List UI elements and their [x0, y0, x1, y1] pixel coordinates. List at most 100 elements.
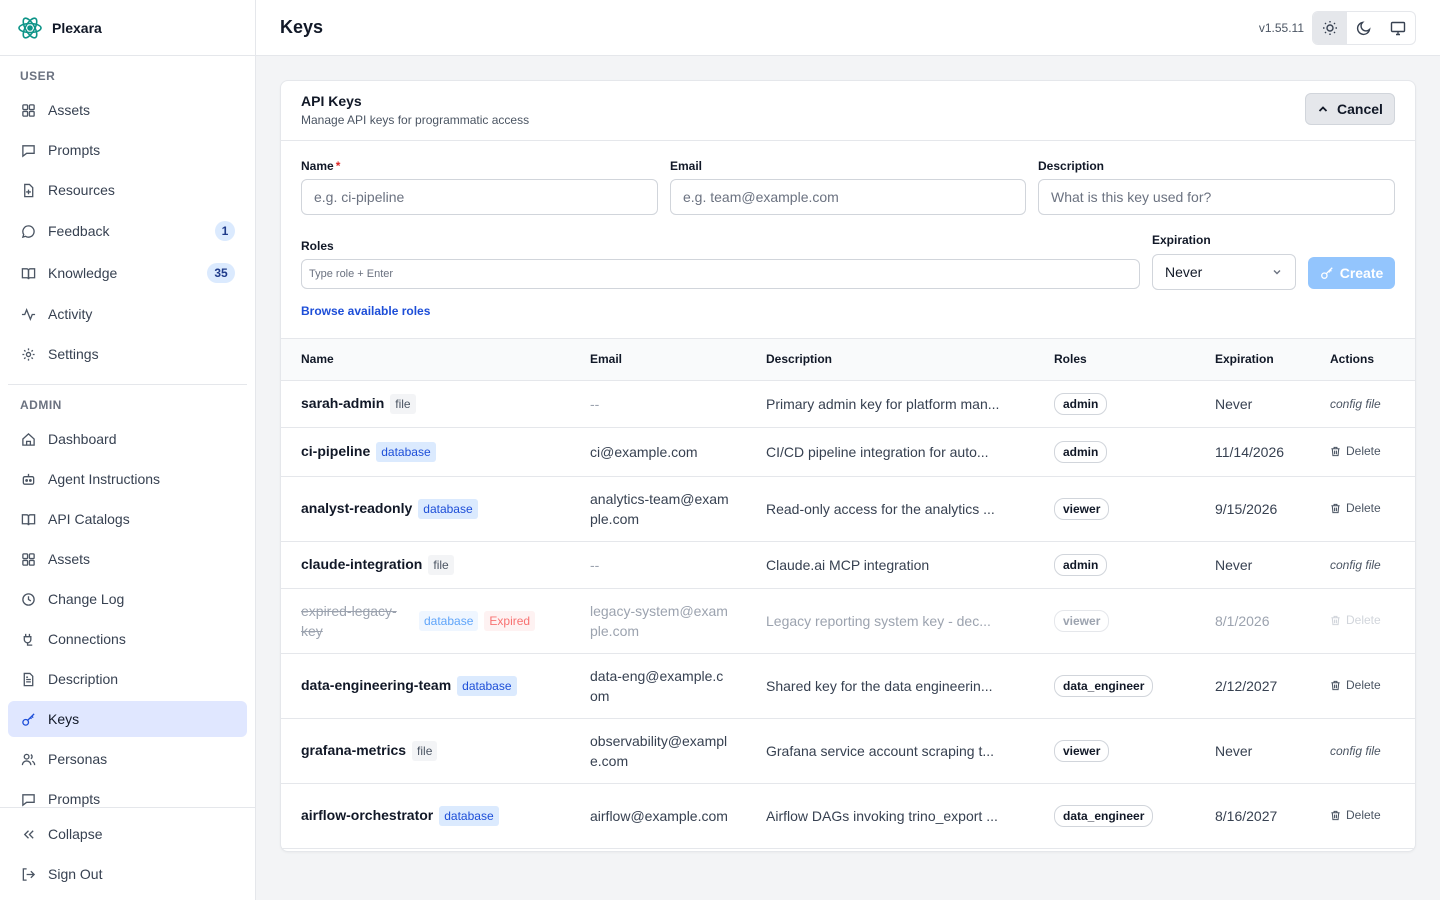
email-cell: -- — [590, 380, 766, 428]
message-square-icon — [20, 791, 36, 807]
sidebar-item-change-log[interactable]: Change Log — [8, 581, 247, 617]
user-section-label: USER — [20, 69, 56, 83]
delete-button[interactable]: Delete — [1330, 441, 1381, 461]
expiration-cell: 8/16/2027 — [1215, 783, 1330, 849]
sidebar-item-assets[interactable]: Assets — [8, 92, 247, 128]
expired-badge: Expired — [484, 610, 536, 631]
table-row: expired-legacy-key database Expired lega… — [281, 588, 1415, 654]
description-input[interactable] — [1038, 179, 1395, 215]
source-tag: file — [412, 741, 438, 762]
sidebar-item-keys[interactable]: Keys — [8, 701, 247, 737]
monitor-icon[interactable] — [1381, 12, 1415, 44]
cancel-label: Cancel — [1337, 101, 1383, 117]
column-header-expiration[interactable]: Expiration — [1215, 339, 1330, 381]
moon-icon[interactable] — [1347, 12, 1381, 44]
table-row: data-engineering-team database data-eng@e… — [281, 653, 1415, 719]
sun-icon[interactable] — [1313, 11, 1347, 44]
roles-input[interactable] — [301, 259, 1140, 289]
key-name: grafana-metrics — [301, 741, 407, 758]
sidebar-item-label: Prompts — [48, 791, 101, 807]
card-title: API Keys — [301, 93, 362, 109]
browse-roles-link[interactable]: Browse available roles — [301, 304, 430, 318]
expiration-select[interactable]: Never — [1152, 254, 1296, 290]
email-text: airflow@example.com — [590, 807, 728, 824]
brand[interactable]: Plexara — [0, 0, 255, 56]
description-cell: Primary admin key for platform man... — [766, 380, 1054, 428]
message-square-icon — [20, 142, 36, 158]
role-pill: admin — [1054, 392, 1108, 415]
gear-icon — [20, 346, 36, 362]
actions-cell: config file — [1330, 541, 1415, 589]
email-cell: observability@example.com — [590, 718, 766, 784]
collapse-button[interactable]: Collapse — [8, 816, 247, 852]
table-row: claude-integration file -- Claude.ai MCP … — [281, 541, 1415, 589]
version-label: v1.55.11 — [1258, 20, 1304, 35]
email-text: data-eng@example.com — [590, 667, 724, 704]
create-label: Create — [1339, 265, 1384, 281]
description-cell: Claude.ai MCP integration — [766, 541, 1054, 589]
table-row: sarah-admin file -- Primary admin key for… — [281, 380, 1415, 428]
email-label: Email — [670, 159, 703, 173]
sidebar-item-description[interactable]: Description — [8, 661, 247, 697]
sidebar-item-settings[interactable]: Settings — [8, 336, 247, 372]
delete-button[interactable]: Delete — [1330, 498, 1381, 518]
source-tag: file — [428, 555, 454, 576]
app-name: Plexara — [52, 19, 102, 36]
config-file-label: config file — [1330, 558, 1381, 572]
sidebar-item-feedback[interactable]: Feedback 1 — [8, 213, 247, 249]
sidebar-item-agent-instructions[interactable]: Agent Instructions — [8, 461, 247, 497]
sidebar-item-prompts[interactable]: Prompts — [8, 132, 247, 168]
api-keys-card: API Keys Manage API keys for programmati… — [280, 80, 1416, 852]
email-cell: airflow@example.com — [590, 783, 766, 849]
sidebar-item-dashboard[interactable]: Dashboard — [8, 421, 247, 457]
cancel-button[interactable]: Cancel — [1305, 93, 1395, 125]
description-cell: Legacy reporting system key - dec... — [766, 588, 1054, 654]
delete-label: Delete — [1346, 444, 1381, 459]
expiration-cell: Never — [1215, 718, 1330, 784]
delete-button[interactable]: Delete — [1330, 805, 1381, 825]
sidebar-item-admin-assets[interactable]: Assets — [8, 541, 247, 577]
create-button[interactable]: Create — [1308, 257, 1395, 289]
key-name: airflow-orchestrator — [301, 806, 434, 823]
delete-button[interactable]: Delete — [1330, 610, 1381, 630]
email-input[interactable] — [670, 179, 1026, 215]
sidebar-item-label: Resources — [48, 182, 115, 198]
sidebar-item-label: Assets — [48, 102, 91, 118]
column-header-name[interactable]: Name — [281, 339, 590, 381]
name-cell: claude-integration file — [281, 541, 590, 589]
sign-out-button[interactable]: Sign Out — [8, 856, 247, 892]
bot-icon — [20, 471, 36, 487]
sidebar-item-knowledge[interactable]: Knowledge 35 — [8, 255, 247, 291]
description-cell: Grafana service account scraping t... — [766, 718, 1054, 784]
sidebar-item-api-catalogs[interactable]: API Catalogs — [8, 501, 247, 537]
role-pill: viewer — [1054, 497, 1110, 520]
grid-icon — [20, 102, 36, 118]
delete-button[interactable]: Delete — [1330, 675, 1381, 695]
sidebar-item-connections[interactable]: Connections — [8, 621, 247, 657]
activity-icon — [20, 306, 36, 322]
sidebar-item-activity[interactable]: Activity — [8, 296, 247, 332]
description-cell: Airflow DAGs invoking trino_export ... — [766, 783, 1054, 849]
sidebar-item-label: Dashboard — [48, 431, 117, 447]
actions-cell: Delete — [1330, 653, 1415, 719]
column-header-roles[interactable]: Roles — [1054, 339, 1215, 381]
config-file-label: config file — [1330, 744, 1381, 758]
expiration-value: Never — [1165, 264, 1203, 280]
email-cell: -- — [590, 541, 766, 589]
chevron-up-icon — [1318, 106, 1328, 112]
column-header-description[interactable]: Description — [766, 339, 1054, 381]
sidebar-item-label: Prompts — [48, 142, 101, 158]
sidebar-item-label: Change Log — [48, 591, 125, 607]
name-input[interactable] — [301, 179, 658, 215]
actions-cell: Delete — [1330, 783, 1415, 849]
sidebar-item-label: Agent Instructions — [48, 471, 161, 487]
description-cell: Shared key for the data engineerin... — [766, 653, 1054, 719]
role-pill: viewer — [1054, 739, 1110, 762]
home-icon — [20, 431, 36, 447]
sidebar-item-personas[interactable]: Personas — [8, 741, 247, 777]
sidebar-item-resources[interactable]: Resources — [8, 172, 247, 208]
trash-icon — [1331, 810, 1340, 820]
keys-table: Name Email Description Roles Expiration … — [281, 339, 1415, 849]
column-header-email[interactable]: Email — [590, 339, 766, 381]
chevron-down-icon — [1273, 270, 1281, 275]
